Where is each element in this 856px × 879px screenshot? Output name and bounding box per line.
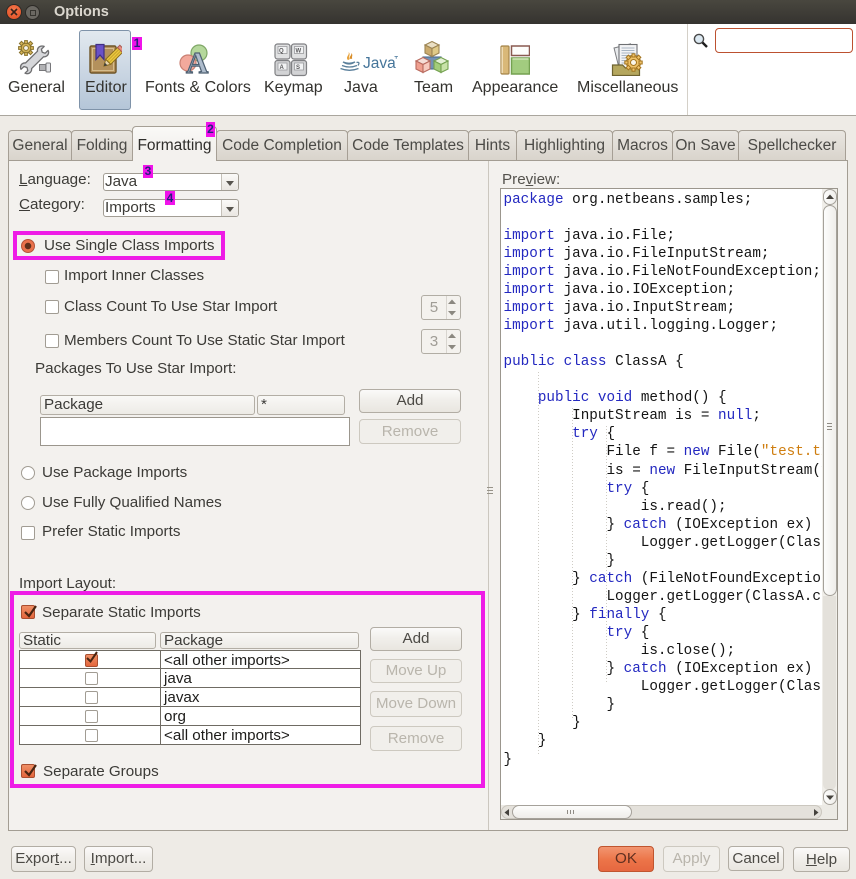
svg-text:Q: Q bbox=[279, 49, 284, 55]
svg-text:A: A bbox=[280, 65, 285, 71]
svg-text:Java: Java bbox=[363, 55, 396, 72]
svg-text:W: W bbox=[296, 49, 302, 55]
svg-text:A: A bbox=[186, 45, 209, 78]
svg-text:S: S bbox=[296, 65, 300, 71]
